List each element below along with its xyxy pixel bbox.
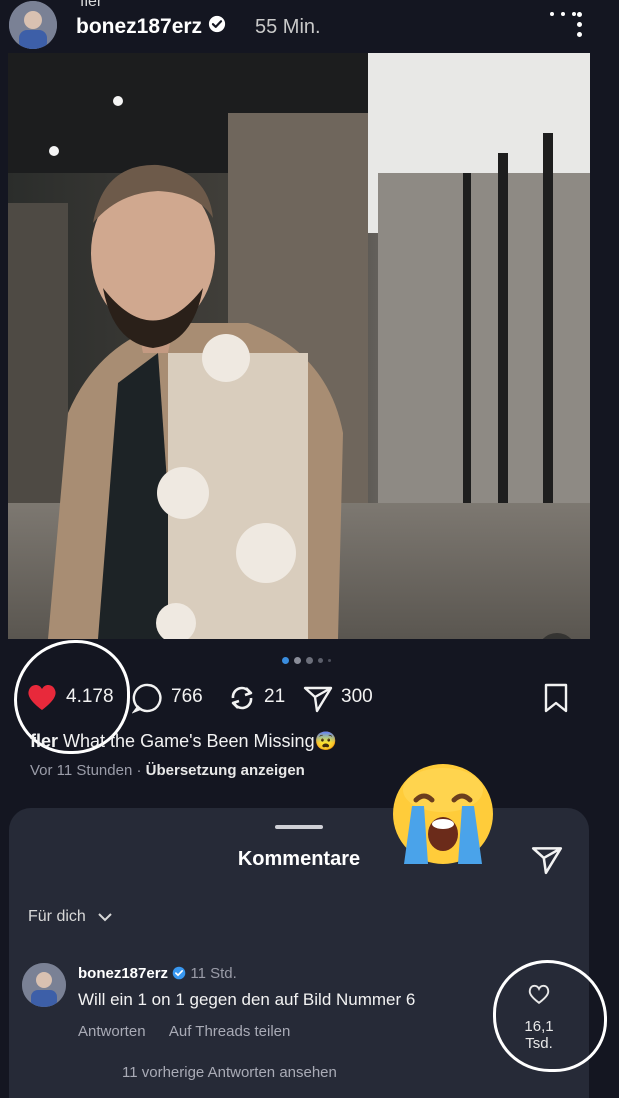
sheet-title: Kommentare: [237, 848, 361, 870]
sheet-drag-handle[interactable]: [275, 825, 323, 829]
post-meta: Vor 11 Stunden · Übersetzung anzeigen: [30, 762, 305, 779]
comment-username[interactable]: bonez187erz: [78, 965, 168, 982]
speaker-muted-icon: [537, 633, 577, 639]
post-caption: fler What the Game's Been Missing😨: [30, 731, 337, 752]
mute-toggle[interactable]: [537, 633, 577, 639]
carousel-dot: [318, 658, 323, 663]
comment-bubble-icon: [131, 683, 162, 714]
post-photo-illustration: [8, 53, 590, 639]
carousel-dot-active: [282, 657, 289, 664]
meta-separator: ·: [136, 762, 142, 779]
comments-sheet: Kommentare Für dich bonez187erz 11 Std. …: [9, 808, 589, 1098]
share-to-threads-button[interactable]: Auf Threads teilen: [169, 1023, 290, 1040]
verified-badge-icon: [172, 966, 186, 980]
save-button[interactable]: [542, 682, 570, 719]
story-header: fler bonez187erz 55 Min.: [0, 0, 619, 54]
repost-button[interactable]: [226, 682, 258, 719]
chevron-down-icon: [98, 913, 112, 922]
caption-text: What the Game's Been Missing: [63, 731, 315, 751]
caption-emoji: 😨: [314, 731, 337, 751]
post-time: Vor 11 Stunden: [30, 762, 133, 779]
paper-plane-icon: [303, 686, 333, 713]
comment-like-annotation-circle: [493, 960, 607, 1072]
send-button[interactable]: [530, 842, 564, 881]
story-time: 55 Min.: [255, 16, 321, 38]
comment-header: bonez187erz 11 Std.: [78, 965, 237, 982]
story-username-text: bonez187erz: [76, 15, 203, 38]
repost-count: 21: [264, 686, 286, 707]
comment-actions: Antworten Auf Threads teilen: [78, 1023, 310, 1040]
comment-time: 11 Std.: [190, 965, 237, 982]
comment-button[interactable]: [131, 682, 164, 719]
carousel-dot: [328, 659, 331, 662]
crying-face-emoji: [388, 760, 498, 868]
comment-filter-dropdown[interactable]: Für dich: [28, 908, 114, 926]
post-photo[interactable]: [8, 53, 590, 639]
story-author-label: fler: [80, 0, 103, 10]
story-avatar[interactable]: [9, 1, 57, 49]
carousel-dot: [306, 657, 313, 664]
share-count: 300: [341, 686, 373, 707]
verified-badge-icon: [208, 15, 226, 39]
comment-text: Will ein 1 on 1 gegen den auf Bild Numme…: [78, 990, 416, 1009]
view-previous-replies[interactable]: 11 vorherige Antworten ansehen: [122, 1064, 337, 1081]
translate-link[interactable]: Übersetzung anzeigen: [146, 762, 305, 779]
repost-arrows-icon: [231, 686, 253, 710]
caption-username[interactable]: fler: [30, 731, 58, 751]
comment-avatar[interactable]: [22, 963, 66, 1007]
paper-plane-icon: [531, 847, 563, 875]
carousel-indicator: [282, 657, 342, 665]
filter-label: Für dich: [28, 908, 86, 925]
carousel-dot: [294, 657, 301, 664]
bookmark-icon: [544, 683, 568, 713]
reply-button[interactable]: Antworten: [78, 1023, 146, 1040]
share-button[interactable]: [302, 682, 334, 719]
more-options-icon[interactable]: [550, 10, 586, 40]
comment-count: 766: [171, 686, 203, 707]
story-username[interactable]: bonez187erz: [76, 15, 226, 39]
